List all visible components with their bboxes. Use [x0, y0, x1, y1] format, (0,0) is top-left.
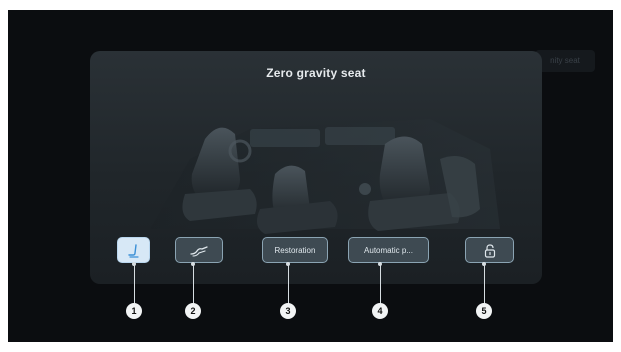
- callout-line-3: [287, 264, 289, 304]
- car-interior-image: [150, 119, 500, 234]
- seat-recline-icon: [127, 244, 139, 258]
- callout-number-2: 2: [185, 303, 201, 319]
- callout-number-3: 3: [280, 303, 296, 319]
- automatic-button[interactable]: Automatic p...: [348, 237, 429, 263]
- callout-line-2: [192, 264, 194, 304]
- vehicle-screen: nity seat Zero gravity seat Restoration …: [8, 10, 613, 342]
- seat-posture-button[interactable]: [117, 237, 150, 263]
- callout-number-5: 5: [476, 303, 492, 319]
- callout-line-1: [133, 264, 135, 304]
- background-seat-label: nity seat: [535, 50, 595, 72]
- callout-line-4: [379, 264, 381, 304]
- modal-title: Zero gravity seat: [266, 66, 366, 80]
- callout-number-1: 1: [126, 303, 142, 319]
- zero-gravity-modal: Zero gravity seat Restoration Automatic …: [90, 51, 542, 284]
- leg-rest-button[interactable]: [175, 237, 223, 263]
- leg-rest-icon: [190, 246, 208, 257]
- lock-icon: [484, 244, 495, 258]
- callout-number-4: 4: [372, 303, 388, 319]
- callout-line-5: [483, 264, 485, 304]
- restoration-button[interactable]: Restoration: [262, 237, 328, 263]
- lock-button[interactable]: [465, 237, 514, 263]
